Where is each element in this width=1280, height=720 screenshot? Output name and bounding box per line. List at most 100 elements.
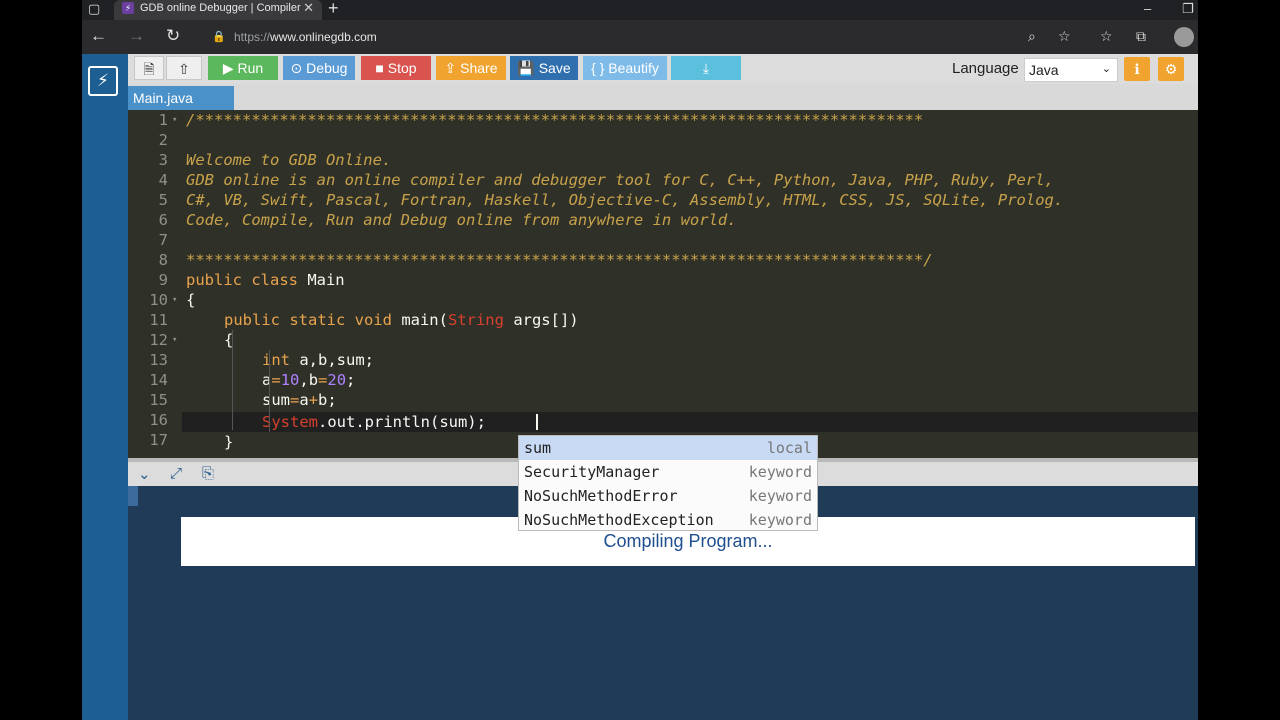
beautify-label: { } Beautify (591, 60, 659, 76)
code-line: System.out.println(sum); (262, 412, 486, 432)
autocomplete-meta: keyword (748, 511, 812, 529)
maximize-icon[interactable]: ❐ (1182, 1, 1194, 17)
code-line: ****************************************… (186, 250, 933, 270)
code-identifier: sum (262, 391, 290, 409)
zoom-icon[interactable]: ⌕ (1028, 28, 1036, 45)
url-host: www.onlinegdb.com (270, 30, 377, 44)
code-line: a=10,b=20; (262, 370, 355, 390)
line-number: 15 (149, 391, 168, 409)
favorites-icon[interactable]: ☆ (1100, 28, 1113, 45)
autocomplete-item[interactable]: NoSuchMethodException keyword (519, 508, 817, 532)
code-operator: = (271, 371, 281, 389)
minimize-icon[interactable]: – (1144, 1, 1151, 16)
left-sidebar: ⚡ (82, 54, 128, 720)
autocomplete-popup: sum local SecurityManager keyword NoSuchMe… (518, 435, 818, 531)
indent-guide (232, 330, 233, 430)
run-button[interactable]: ▶ Run (208, 56, 278, 80)
share-label: Share (460, 60, 498, 76)
debug-icon: ⊙ (290, 60, 303, 76)
expand-icon[interactable]: ⤢ (170, 465, 182, 482)
code-line: /***************************************… (186, 110, 923, 130)
lightning-logo-icon[interactable]: ⚡ (88, 66, 118, 96)
code-comment: Code, Compile, Run and Debug online from… (186, 211, 737, 229)
line-number: 3 (158, 151, 168, 169)
back-icon[interactable]: ← (90, 26, 107, 46)
line-number: 8 (158, 251, 168, 269)
fold-arrow-icon[interactable]: ▾ (172, 335, 177, 345)
share-icon: ⇪ (444, 60, 457, 76)
window-menu-icon[interactable]: ▢ (88, 1, 100, 17)
browser-window: ▢ ⚡ GDB online Debugger | Compiler ✕ + –… (82, 0, 1198, 720)
upload-button[interactable]: ⇧ (166, 56, 202, 80)
autocomplete-name: SecurityManager (524, 463, 660, 481)
share-button[interactable]: ⇪ Share (436, 56, 506, 80)
autocomplete-item[interactable]: NoSuchMethodError keyword (519, 484, 817, 508)
line-number-gutter: 1 2 3 4 5 6 7 8 9 10 11 12 13 14 15 16 17 ▾ ▾ ▾ (128, 110, 182, 458)
autocomplete-meta: keyword (748, 487, 812, 505)
code-identifier: args[]) (503, 311, 579, 329)
info-button[interactable]: ℹ (1124, 57, 1150, 81)
line-number: 1 (158, 111, 168, 129)
code-operator: = (318, 371, 328, 389)
new-file-button[interactable]: 🗎 (134, 56, 164, 80)
code-line: } (224, 432, 233, 452)
code-line: sum=a+b; (262, 390, 337, 410)
browser-tab[interactable]: ⚡ GDB online Debugger | Compiler ✕ (114, 0, 322, 20)
code-operator: = (290, 391, 300, 409)
profile-avatar[interactable] (1174, 27, 1194, 47)
copy-output-icon[interactable]: ⎘ (202, 465, 214, 482)
code-number: 20 (327, 371, 347, 389)
line-number: 9 (158, 271, 168, 289)
fold-arrow-icon[interactable]: ▾ (172, 115, 177, 125)
code-brace: { (186, 291, 196, 309)
url-field[interactable]: 🔒 https://www.onlinegdb.com (202, 25, 1082, 49)
line-number: 11 (149, 311, 168, 329)
autocomplete-item[interactable]: SecurityManager keyword (519, 460, 817, 484)
code-keyword: public static void (224, 311, 392, 329)
browser-tab-title: GDB online Debugger | Compiler (140, 2, 301, 14)
code-line: GDB online is an online compiler and deb… (186, 170, 1054, 190)
code-line: Code, Compile, Run and Debug online from… (186, 210, 737, 230)
stop-button[interactable]: ■ Stop (361, 56, 431, 80)
reload-icon[interactable]: ↻ (166, 26, 180, 46)
code-editor[interactable]: 1 2 3 4 5 6 7 8 9 10 11 12 13 14 15 16 17 ▾ ▾ ▾ /**********… (128, 110, 1198, 458)
debug-button[interactable]: ⊙ Debug (283, 56, 355, 80)
code-number: 10 (280, 371, 300, 389)
language-select[interactable]: Java ⌄ (1024, 58, 1118, 82)
line-number: 12 (149, 331, 168, 349)
add-favorite-icon[interactable]: ☆ (1058, 28, 1071, 45)
output-scroll-marker (128, 486, 138, 506)
collections-icon[interactable]: ⧉ (1136, 28, 1146, 45)
autocomplete-name: NoSuchMethodException (524, 511, 714, 529)
tab-main-java[interactable]: Main.java (128, 86, 234, 110)
download-button[interactable]: ⤓ (671, 56, 741, 80)
code-identifier: Main (297, 271, 345, 289)
autocomplete-meta: local (766, 439, 812, 457)
fold-arrow-icon[interactable]: ▾ (172, 295, 177, 305)
autocomplete-item[interactable]: sum local (519, 436, 817, 460)
text-caret (536, 414, 538, 430)
debug-label: Debug (306, 60, 348, 76)
gear-icon: ⚙ (1164, 61, 1178, 77)
collapse-chevron-icon[interactable]: ⌄ (138, 465, 151, 483)
beautify-button[interactable]: { } Beautify (583, 56, 667, 80)
settings-button[interactable]: ⚙ (1158, 57, 1184, 81)
autocomplete-name: sum (524, 439, 552, 457)
address-bar-row: ← → ↻ 🔒 https://www.onlinegdb.com ⌕ ☆ ☆ … (82, 20, 1198, 54)
download-icon: ⤓ (702, 60, 710, 76)
line-number: 16 (149, 411, 168, 429)
gdb-favicon-icon: ⚡ (122, 2, 134, 14)
close-tab-icon[interactable]: ✕ (303, 0, 314, 16)
line-number: 2 (158, 131, 168, 149)
save-button[interactable]: 💾 Save (510, 56, 578, 80)
file-icon: 🗎 (143, 61, 155, 77)
code-line: public static void main(String args[]) (224, 310, 579, 330)
code-identifier: a,b,sum; (290, 351, 374, 369)
line-number: 5 (158, 191, 168, 209)
new-tab-icon[interactable]: + (328, 0, 339, 19)
line-number: 7 (158, 231, 168, 249)
run-label: Run (237, 60, 264, 76)
forward-icon[interactable]: → (128, 26, 145, 46)
code-line: int a,b,sum; (262, 350, 374, 370)
code-comment: Welcome to GDB Online. (186, 151, 392, 169)
